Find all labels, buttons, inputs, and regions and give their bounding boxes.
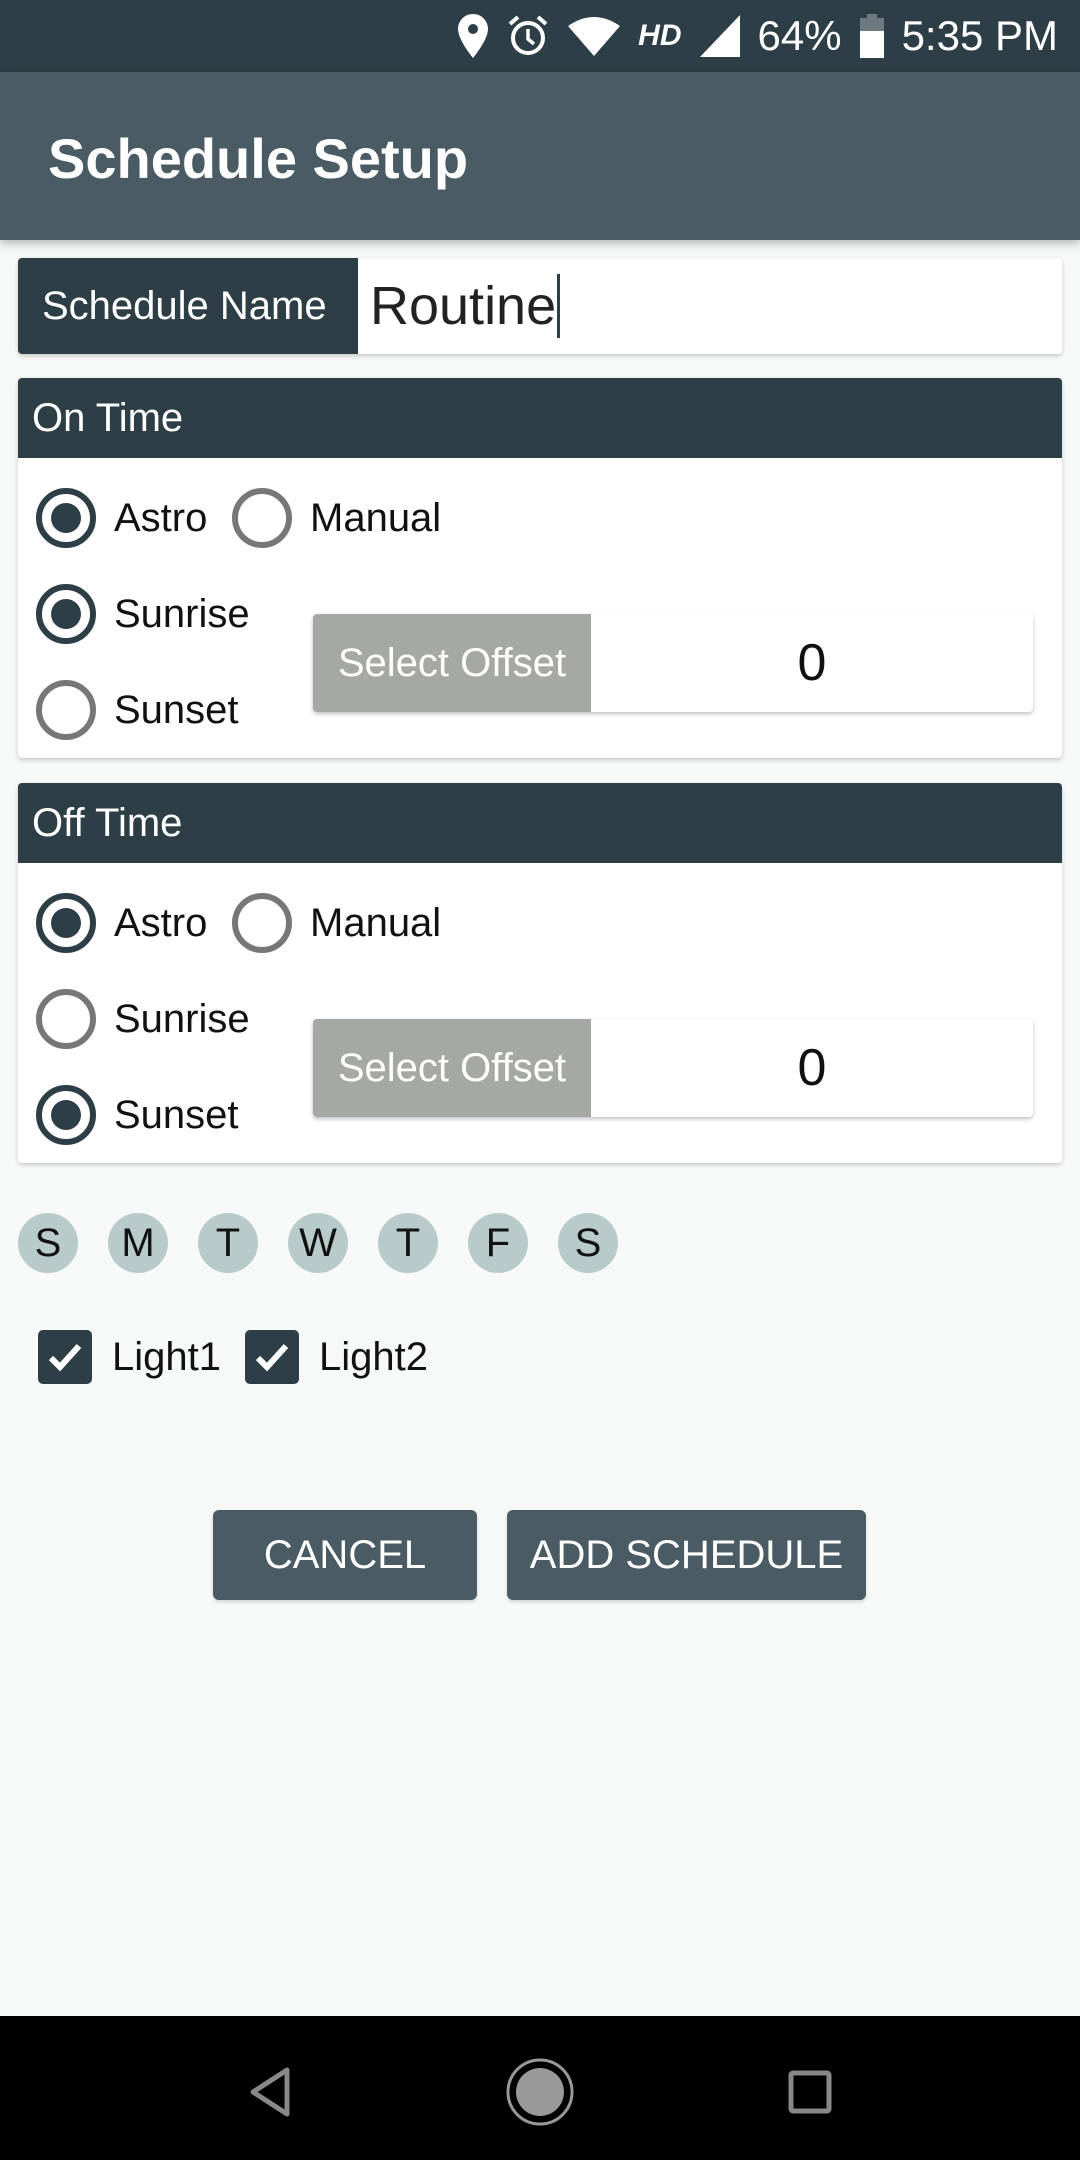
day-tuesday[interactable]: T xyxy=(198,1213,258,1273)
home-icon[interactable] xyxy=(500,2052,580,2132)
radio-checked-icon xyxy=(36,488,96,548)
on-offset-field[interactable]: Select Offset 0 xyxy=(313,614,1033,712)
radio-label: Sunrise xyxy=(114,591,250,636)
day-wednesday[interactable]: W xyxy=(288,1213,348,1273)
signal-icon xyxy=(699,15,740,57)
on-time-card: On Time Astro Manual Sunrise Sunset Sele… xyxy=(18,378,1062,758)
schedule-name-row: Schedule Name Routine xyxy=(18,258,1062,354)
radio-label: Sunset xyxy=(114,1092,239,1137)
checkbox-label: Light1 xyxy=(112,1334,221,1379)
radio-label: Manual xyxy=(310,900,442,945)
alarm-icon xyxy=(506,14,550,58)
offset-value[interactable]: 0 xyxy=(591,614,1033,712)
radio-label: Astro xyxy=(114,900,208,945)
radio-unchecked-icon xyxy=(36,680,96,740)
radio-label: Manual xyxy=(310,495,442,540)
add-schedule-button[interactable]: ADD SCHEDULE xyxy=(507,1510,866,1600)
select-offset-label: Select Offset xyxy=(313,1019,591,1117)
on-time-header: On Time xyxy=(18,378,1062,458)
radio-checked-icon xyxy=(36,584,96,644)
radio-unchecked-icon xyxy=(232,488,292,548)
battery-percent: 64% xyxy=(757,12,842,59)
off-time-card: Off Time Astro Manual Sunrise Sunset Sel… xyxy=(18,783,1062,1163)
status-bar: HD 64% 5:35 PM xyxy=(0,0,1080,72)
day-selector: S M T W T F S xyxy=(18,1213,618,1273)
offset-value[interactable]: 0 xyxy=(591,1019,1033,1117)
schedule-name-input[interactable]: Routine xyxy=(358,258,1062,354)
on-astro-radio[interactable]: Astro xyxy=(36,488,207,548)
location-icon xyxy=(458,14,489,58)
checkbox-label: Light2 xyxy=(318,1334,428,1379)
checkbox-checked-icon xyxy=(38,1330,92,1384)
checkbox-checked-icon xyxy=(244,1330,299,1384)
light1-checkbox[interactable]: Light1 xyxy=(38,1330,221,1384)
radio-checked-icon xyxy=(36,893,96,953)
day-monday[interactable]: M xyxy=(108,1213,168,1273)
day-thursday[interactable]: T xyxy=(378,1213,438,1273)
off-sunset-radio[interactable]: Sunset xyxy=(36,1085,239,1145)
radio-label: Astro xyxy=(114,495,208,540)
on-sunrise-radio[interactable]: Sunrise xyxy=(36,584,250,644)
app-bar: Schedule Setup xyxy=(0,72,1080,240)
radio-unchecked-icon xyxy=(36,989,96,1049)
cancel-button[interactable]: CANCEL xyxy=(213,1510,477,1600)
radio-checked-icon xyxy=(36,1085,96,1145)
wifi-icon xyxy=(568,16,621,56)
off-astro-radio[interactable]: Astro xyxy=(36,893,207,953)
battery-icon xyxy=(859,14,884,58)
page-title: Schedule Setup xyxy=(48,127,469,190)
radio-label: Sunset xyxy=(114,687,239,732)
radio-unchecked-icon xyxy=(232,893,292,953)
text-cursor xyxy=(557,274,561,338)
on-sunset-radio[interactable]: Sunset xyxy=(36,680,239,740)
select-offset-label: Select Offset xyxy=(313,614,591,712)
off-manual-radio[interactable]: Manual xyxy=(232,893,441,953)
day-sunday[interactable]: S xyxy=(18,1213,78,1273)
hd-indicator: HD xyxy=(638,19,682,52)
off-offset-field[interactable]: Select Offset 0 xyxy=(313,1019,1033,1117)
back-icon[interactable] xyxy=(230,2052,310,2132)
light2-checkbox[interactable]: Light2 xyxy=(244,1330,428,1384)
day-saturday[interactable]: S xyxy=(558,1213,618,1273)
off-sunrise-radio[interactable]: Sunrise xyxy=(36,989,250,1049)
navigation-bar xyxy=(0,2016,1080,2160)
off-time-header: Off Time xyxy=(18,783,1062,863)
schedule-name-label: Schedule Name xyxy=(18,258,358,354)
on-manual-radio[interactable]: Manual xyxy=(232,488,441,548)
lights-list: Light1 Light2 xyxy=(38,1330,452,1384)
day-friday[interactable]: F xyxy=(468,1213,528,1273)
radio-label: Sunrise xyxy=(114,996,250,1041)
schedule-name-value: Routine xyxy=(370,276,557,336)
clock: 5:35 PM xyxy=(901,12,1058,59)
recents-icon[interactable] xyxy=(770,2052,850,2132)
